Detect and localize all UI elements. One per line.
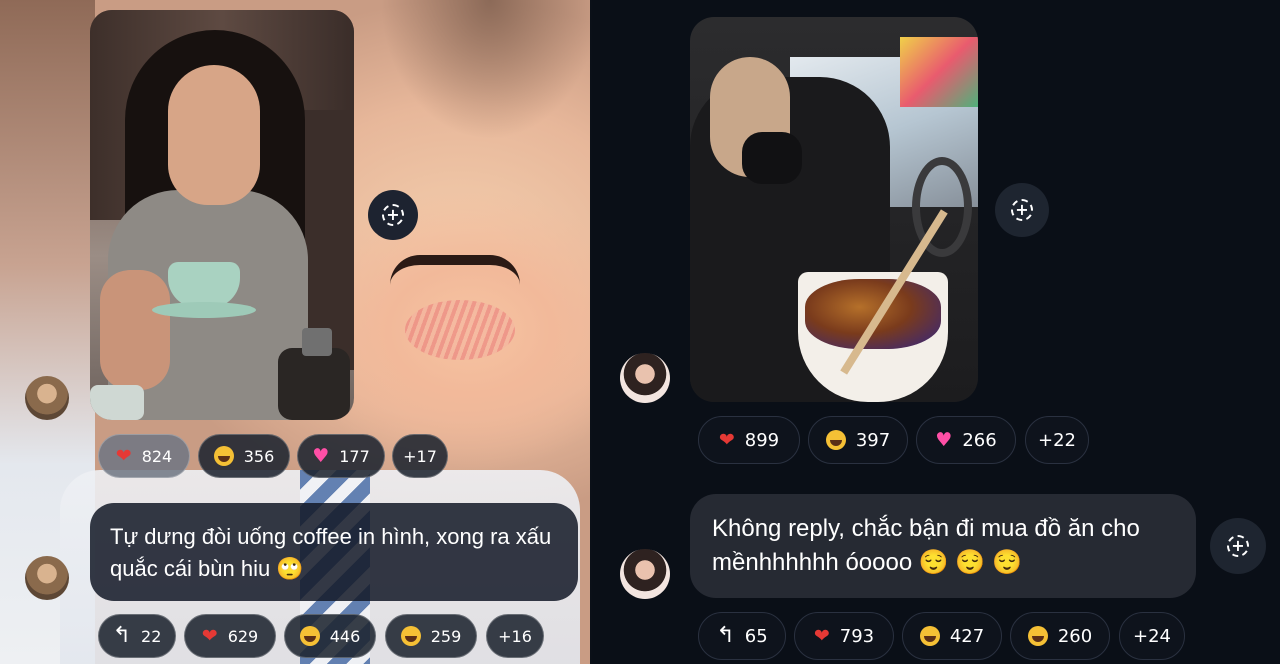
reaction-more[interactable]: +22: [1025, 416, 1089, 464]
reply-icon: ↰: [112, 623, 132, 648]
reaction-count: 260: [1057, 625, 1093, 647]
video-message-thumbnail[interactable]: [90, 10, 354, 420]
reaction-pink-heart[interactable]: ♥ 177: [297, 434, 385, 478]
reaction-count: 899: [744, 429, 780, 451]
add-reaction-icon: +: [382, 204, 404, 226]
photo-message[interactable]: [690, 17, 978, 402]
reaction-count: 629: [227, 626, 259, 646]
reaction-laugh[interactable]: 427: [902, 612, 1002, 660]
reaction-count: +24: [1133, 625, 1171, 647]
reaction-count: 793: [839, 625, 875, 647]
reaction-more[interactable]: +16: [486, 614, 544, 658]
message-text: Tự dưng đòi uống coffee in hình, xong ra…: [110, 524, 552, 581]
heart-icon: ❤: [115, 444, 132, 467]
laugh-tears-icon: [919, 626, 940, 646]
heart-icon: ❤: [813, 624, 830, 647]
avatar[interactable]: [25, 376, 69, 420]
laugh-tears-icon: [213, 446, 234, 466]
add-reaction-button[interactable]: +: [1210, 518, 1266, 574]
reaction-count: 356: [243, 446, 275, 466]
reaction-pink-heart[interactable]: ♥ 266: [916, 416, 1016, 464]
add-reaction-icon: +: [1227, 535, 1249, 557]
laugh-tears-icon: [299, 626, 320, 646]
reaction-heart[interactable]: ❤ 824: [98, 434, 190, 478]
photo-food: [805, 279, 941, 349]
photo-street-sign: [900, 37, 978, 107]
background-illustration-blush: [405, 300, 515, 360]
heart-icon: ❤: [201, 624, 218, 647]
photo-arm: [100, 270, 170, 390]
reaction-heart[interactable]: ❤ 793: [794, 612, 894, 660]
reaction-count: 446: [329, 626, 361, 646]
photo-thermos-cap: [302, 328, 332, 356]
reaction-count: 22: [141, 626, 162, 646]
message-text: Không reply, chắc bận đi mua đồ ăn cho m…: [712, 515, 1140, 576]
reaction-count: 427: [949, 625, 985, 647]
reaction-count: 266: [962, 429, 997, 451]
reaction-count: +16: [498, 626, 532, 646]
reaction-grin[interactable]: 260: [1010, 612, 1110, 660]
reaction-count: 397: [855, 429, 891, 451]
add-reaction-button[interactable]: +: [995, 183, 1049, 237]
add-reaction-icon: +: [1011, 199, 1033, 221]
screen: + ❤ 824 356 ♥ 177 +17 Tự dưng đòi uống c…: [0, 0, 1280, 664]
avatar[interactable]: [620, 353, 670, 403]
message-bubble[interactable]: Tự dưng đòi uống coffee in hình, xong ra…: [90, 503, 578, 601]
photo-face: [168, 65, 260, 205]
avatar[interactable]: [620, 549, 670, 599]
reaction-heart[interactable]: ❤ 899: [698, 416, 800, 464]
reaction-laugh[interactable]: 446: [284, 614, 376, 658]
reaction-heart[interactable]: ❤ 629: [184, 614, 276, 658]
photo-mask: [742, 132, 802, 184]
avatar[interactable]: [25, 556, 69, 600]
reaction-count: +22: [1038, 429, 1076, 451]
reply-icon: ↰: [716, 623, 735, 648]
reaction-grin[interactable]: 259: [385, 614, 477, 658]
grin-squint-icon: [400, 626, 421, 646]
photo-thermos: [278, 348, 350, 420]
pink-heart-icon: ♥: [935, 428, 953, 451]
background-illustration-eye: [390, 255, 520, 285]
left-chat-panel: + ❤ 824 356 ♥ 177 +17 Tự dưng đòi uống c…: [0, 0, 590, 664]
reply-count[interactable]: ↰ 65: [698, 612, 786, 660]
heart-icon: ❤: [718, 428, 735, 451]
laugh-tears-icon: [825, 430, 846, 450]
photo-mug: [90, 385, 144, 420]
reply-count[interactable]: ↰ 22: [98, 614, 176, 658]
add-reaction-button[interactable]: +: [368, 190, 418, 240]
message-bubble[interactable]: Không reply, chắc bận đi mua đồ ăn cho m…: [690, 494, 1196, 598]
reaction-count: 177: [339, 446, 370, 466]
reaction-more[interactable]: +24: [1119, 612, 1185, 660]
reaction-count: 65: [744, 625, 768, 647]
reaction-more[interactable]: +17: [392, 434, 448, 478]
reaction-laugh[interactable]: 397: [808, 416, 908, 464]
reaction-count: 824: [141, 446, 173, 466]
grin-squint-icon: [1027, 626, 1048, 646]
reaction-count: +17: [403, 446, 437, 466]
pink-heart-icon: ♥: [312, 444, 330, 467]
photo-saucer: [152, 302, 256, 318]
background-illustration-hair: [380, 0, 590, 140]
reaction-laugh[interactable]: 356: [198, 434, 290, 478]
reaction-count: 259: [430, 626, 462, 646]
